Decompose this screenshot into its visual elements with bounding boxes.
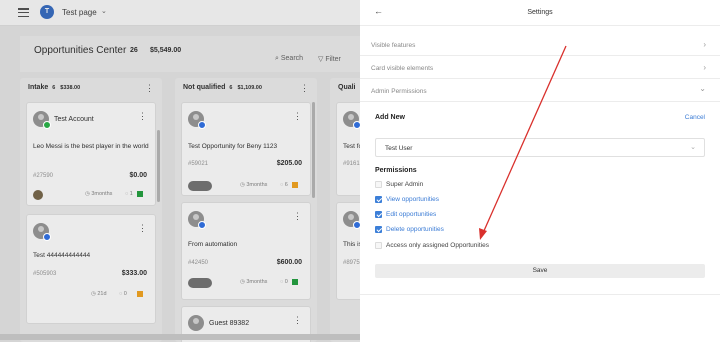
chevron-down-icon: ⌄: [690, 144, 696, 151]
checkbox[interactable]: [375, 196, 382, 203]
settings-panel: ← Settings Visible features › Card visib…: [360, 0, 720, 342]
save-button[interactable]: Save: [375, 264, 705, 278]
cancel-button[interactable]: Cancel: [685, 114, 705, 121]
user-select[interactable]: Test User ⌄: [375, 138, 705, 157]
checkbox[interactable]: [375, 242, 382, 249]
chevron-right-icon: ›: [703, 40, 706, 49]
section-card-visible-elements[interactable]: Card visible elements ›: [360, 57, 720, 79]
messenger-badge-icon: [198, 221, 206, 229]
permissions-heading: Permissions: [375, 167, 417, 174]
settings-header: ← Settings: [360, 0, 720, 26]
messenger-badge-icon: [43, 233, 51, 241]
chevron-right-icon: ›: [703, 63, 706, 72]
section-visible-features[interactable]: Visible features ›: [360, 34, 720, 56]
user-select-value: Test User: [385, 145, 413, 152]
messenger-badge-icon: [353, 221, 361, 229]
checkbox[interactable]: [375, 226, 382, 233]
checkbox[interactable]: [375, 181, 382, 188]
section-admin-permissions[interactable]: Admin Permissions ⌄: [360, 80, 720, 102]
chevron-down-icon: ⌄: [699, 84, 706, 93]
messenger-badge-icon: [353, 121, 361, 129]
whatsapp-badge-icon: [43, 121, 51, 129]
messenger-badge-icon: [198, 121, 206, 129]
checkbox[interactable]: [375, 211, 382, 218]
divider: [360, 294, 720, 295]
settings-title: Settings: [527, 9, 553, 16]
add-new-heading: Add New: [375, 114, 405, 121]
